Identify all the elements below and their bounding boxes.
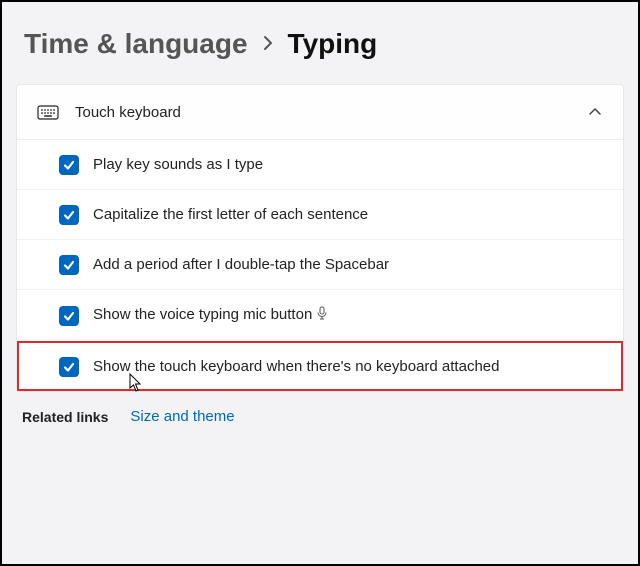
- breadcrumb-current: Typing: [288, 28, 378, 60]
- option-row[interactable]: Play key sounds as I type: [17, 140, 623, 189]
- breadcrumb-parent[interactable]: Time & language: [24, 28, 248, 60]
- checkbox[interactable]: [59, 155, 79, 175]
- checkbox[interactable]: [59, 357, 79, 377]
- touch-keyboard-panel: Touch keyboard Play key sounds as I type…: [16, 84, 624, 392]
- panel-title: Touch keyboard: [75, 104, 587, 121]
- chevron-up-icon: [587, 104, 603, 120]
- related-link-size-theme[interactable]: Size and theme: [130, 408, 234, 425]
- option-label: Show the voice typing mic button: [93, 304, 328, 327]
- related-links: Related links Size and theme: [16, 392, 624, 429]
- checkbox[interactable]: [59, 255, 79, 275]
- panel-options: Play key sounds as I type Capitalize the …: [17, 140, 623, 391]
- checkbox[interactable]: [59, 205, 79, 225]
- option-row[interactable]: Show the touch keyboard when there's no …: [17, 341, 623, 391]
- option-label: Play key sounds as I type: [93, 154, 263, 175]
- option-row[interactable]: Capitalize the first letter of each sent…: [17, 189, 623, 239]
- keyboard-icon: [37, 103, 59, 121]
- option-label: Capitalize the first letter of each sent…: [93, 204, 368, 225]
- mic-icon: [316, 306, 328, 327]
- option-row[interactable]: Show the voice typing mic button: [17, 289, 623, 341]
- related-links-title: Related links: [22, 409, 108, 425]
- breadcrumb: Time & language Typing: [16, 10, 624, 84]
- chevron-right-icon: [262, 32, 274, 58]
- checkbox[interactable]: [59, 306, 79, 326]
- panel-header[interactable]: Touch keyboard: [17, 85, 623, 140]
- option-label: Show the touch keyboard when there's no …: [93, 356, 499, 377]
- option-label: Add a period after I double-tap the Spac…: [93, 254, 389, 275]
- settings-page: Time & language Typing Touch keyboard Pl…: [0, 0, 640, 566]
- option-row[interactable]: Add a period after I double-tap the Spac…: [17, 239, 623, 289]
